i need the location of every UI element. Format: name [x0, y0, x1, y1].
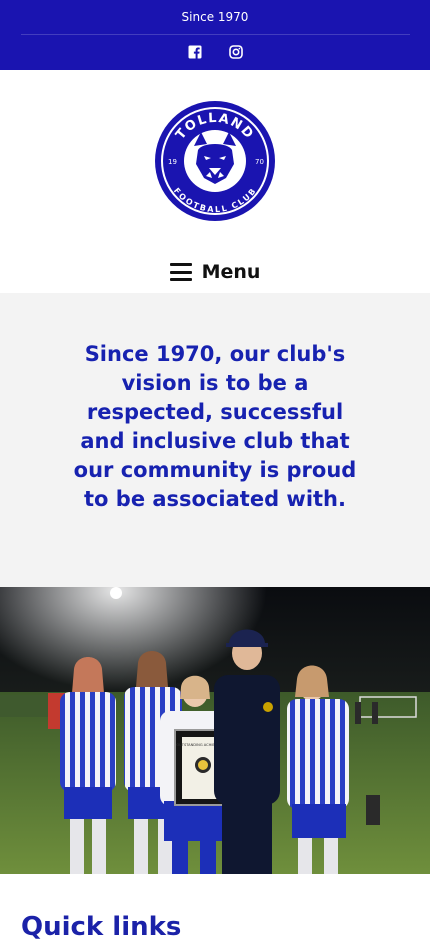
hamburger-icon [169, 263, 192, 281]
instagram-icon[interactable] [228, 44, 243, 59]
team-photo: OUTSTANDING ACHIEVEMENT [0, 587, 430, 874]
menu-button[interactable]: Menu [0, 261, 430, 283]
social-links [0, 44, 430, 59]
divider [21, 34, 410, 35]
since-text: Since 1970 [181, 10, 249, 24]
logo-year-right: 70 [255, 158, 264, 166]
quick-links-heading: Quick links [21, 912, 182, 942]
facebook-icon[interactable] [188, 44, 202, 59]
top-bar: Since 1970 [0, 0, 430, 70]
club-logo[interactable]: TOLLAND FOOTBALL CLUB 19 70 [154, 100, 276, 222]
vision-statement: Since 1970, our club's vision is to be a… [73, 342, 357, 511]
logo-year-left: 19 [168, 158, 177, 166]
menu-label: Menu [201, 261, 261, 283]
vision-section: Since 1970, our club's vision is to be a… [0, 293, 430, 587]
